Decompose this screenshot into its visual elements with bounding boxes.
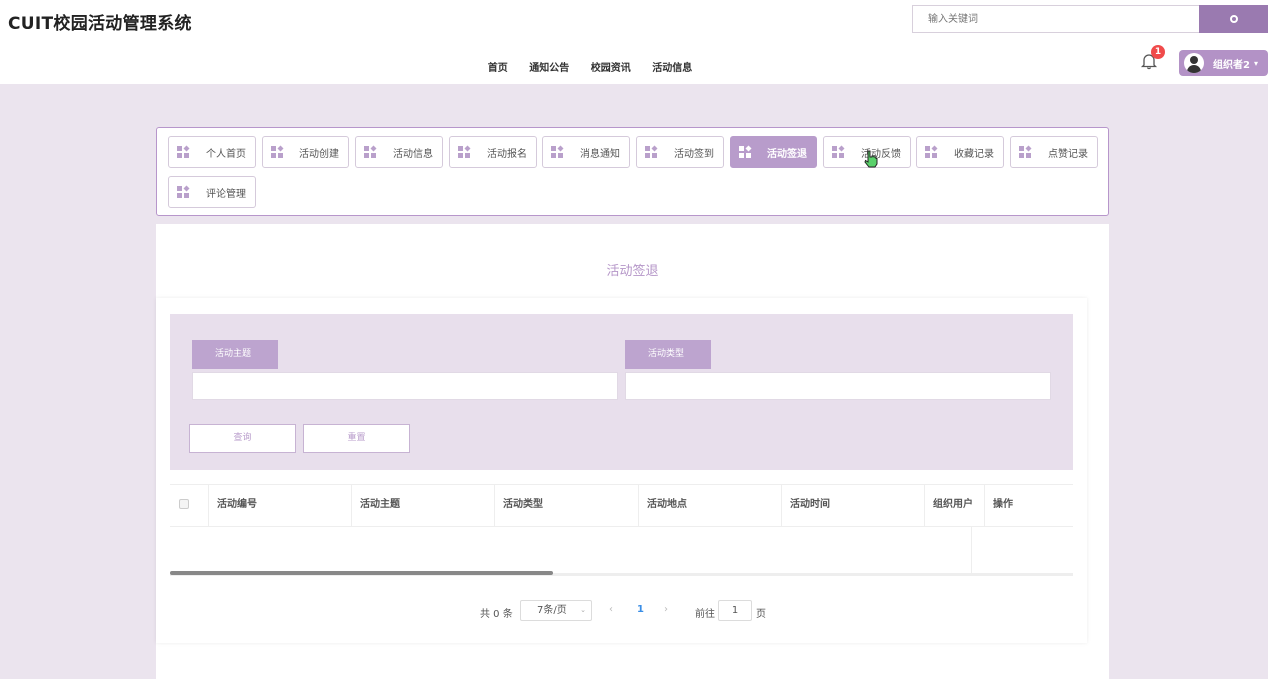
grid-icon [832,145,845,158]
nav-activities[interactable]: 活动信息 [652,63,692,74]
user-name: 组织者2 [1213,59,1250,71]
goto-label: 前往 [695,609,715,620]
pagination: 共 0 条 7条/页 ⌄ ‹ 1 › 前往 1 页 [156,600,1087,622]
page-unit-label: 页 [756,609,766,620]
menu-comments[interactable]: 评论管理 [168,176,256,208]
total-count: 共 0 条 [480,609,513,620]
search-button[interactable] [1199,5,1268,33]
type-label: 活动类型 [625,340,711,369]
scrollbar-thumb[interactable] [170,571,553,575]
menu-favorites[interactable]: 收藏记录 [916,136,1004,168]
col-activity-id: 活动编号 [209,485,352,527]
menu-activity-create[interactable]: 活动创建 [262,136,349,168]
grid-icon [458,145,471,158]
col-activity-location: 活动地点 [639,485,782,527]
nav-news[interactable]: 校园资讯 [591,63,631,74]
grid-icon [177,145,190,158]
main-nav: 首页 通知公告 校园资讯 活动信息 [0,59,1180,74]
nav-home[interactable]: 首页 [488,63,508,74]
content-card: 活动主题 活动类型 查询 重置 活动编号 活动主题 活动类型 活动地点 活动时间… [156,298,1087,643]
page-size-select[interactable]: 7条/页 ⌄ [520,600,592,621]
theme-input[interactable] [192,372,618,400]
search-icon [1229,15,1238,23]
col-activity-time: 活动时间 [782,485,925,527]
grid-icon [551,145,564,158]
goto-page-input[interactable]: 1 [718,600,752,621]
main-content: 活动签退 活动主题 活动类型 查询 重置 活动编号 活动主题 活动类型 活动地点… [156,224,1109,679]
grid-icon [739,145,752,158]
grid-icon [925,145,938,158]
menu-personal-home[interactable]: 个人首页 [168,136,256,168]
theme-label: 活动主题 [192,340,278,369]
type-input[interactable] [625,372,1051,400]
filter-panel: 活动主题 活动类型 查询 重置 [170,314,1073,470]
grid-icon [364,145,377,158]
table-header: 活动编号 活动主题 活动类型 活动地点 活动时间 组织用户 操作 [170,484,1073,527]
function-menu: 个人首页 活动创建 活动信息 活动报名 消息通知 活动签到 活动签退 活动反馈 … [156,127,1109,216]
grid-icon [271,145,284,158]
col-actions: 操作 [993,499,1013,510]
notification-badge: 1 [1151,45,1165,59]
user-menu[interactable]: 组织者2 ▾ [1179,50,1268,76]
menu-messages[interactable]: 消息通知 [542,136,630,168]
menu-activity-info[interactable]: 活动信息 [355,136,443,168]
chevron-down-icon: ▾ [1253,58,1258,68]
page-title: 活动签退 [606,264,659,279]
menu-activity-signup[interactable]: 活动报名 [449,136,537,168]
reset-button[interactable]: 重置 [303,424,410,453]
col-activity-type: 活动类型 [495,485,639,527]
grid-icon [645,145,658,158]
menu-activity-checkout[interactable]: 活动签退 [730,136,817,168]
select-all-cell [170,485,209,527]
query-button[interactable]: 查询 [189,424,296,453]
select-all-checkbox[interactable] [179,499,189,509]
search-input[interactable] [912,5,1199,33]
grid-icon [177,185,190,198]
col-activity-theme: 活动主题 [352,485,495,527]
menu-activity-checkin[interactable]: 活动签到 [636,136,724,168]
app-title: CUIT校园活动管理系统 [8,14,192,34]
chevron-down-icon: ⌄ [580,606,586,614]
page-number[interactable]: 1 [637,604,644,615]
next-page-button[interactable]: › [664,604,668,615]
nav-notices[interactable]: 通知公告 [529,63,569,74]
menu-likes[interactable]: 点赞记录 [1010,136,1098,168]
hand-cursor-icon [864,150,878,168]
actions-column-divider [971,527,972,575]
col-organizer: 组织用户 [925,485,985,527]
prev-page-button[interactable]: ‹ [609,604,613,615]
avatar [1184,53,1204,73]
grid-icon [1019,145,1032,158]
top-header: CUIT校园活动管理系统 首页 通知公告 校园资讯 活动信息 1 组织者2 ▾ [0,0,1268,84]
